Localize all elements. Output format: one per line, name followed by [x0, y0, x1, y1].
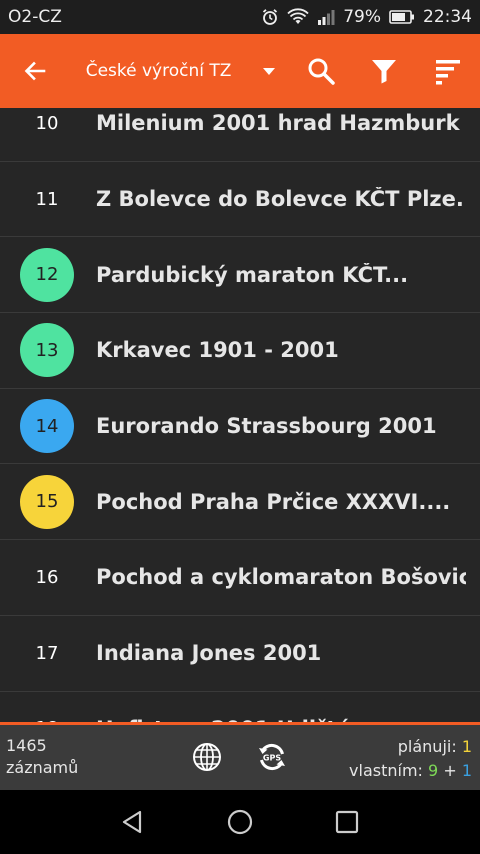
back-button[interactable]	[0, 34, 70, 108]
list-item-number: 17	[35, 642, 59, 664]
toolbar: České výroční TZ	[0, 34, 480, 108]
list-item-number-badge: 12	[20, 247, 74, 302]
list-item-title: Z Bolevce do Bolevce KČT Plze...	[96, 187, 466, 212]
bottom-bar: 1465 záznamů GPS plánuji: 1 vlastním: 9 …	[0, 725, 480, 790]
spinner-label: České výroční TZ	[85, 61, 232, 81]
owned-value: 9	[428, 761, 439, 780]
list-item-number-badge: 13	[20, 323, 74, 378]
list-item-number: 11	[35, 188, 59, 210]
list-item[interactable]: 11 Z Bolevce do Bolevce KČT Plze...	[0, 162, 480, 238]
gps-label: GPS	[263, 754, 281, 763]
list-item-title: Milenium 2001 hrad Hazmburk	[96, 111, 460, 136]
filter-button[interactable]	[353, 34, 417, 108]
list-item-number-wrap: 10	[0, 108, 96, 161]
back-arrow-icon	[24, 61, 46, 81]
list-item[interactable]: 17 Indiana Jones 2001	[0, 616, 480, 692]
sort-icon	[436, 60, 461, 85]
owned-plus: +	[443, 761, 457, 780]
list-item-number-wrap: 13	[0, 313, 96, 388]
list-item[interactable]: 15 Pochod Praha Prčice XXXVI....	[0, 464, 480, 541]
list-item-number-wrap: 16	[0, 540, 96, 615]
clock: 22:34	[423, 7, 472, 27]
list-item-title: Pochod a cyklomaraton Bošovic...	[96, 565, 466, 590]
list-item[interactable]: 13 Krkavec 1901 - 2001	[0, 313, 480, 389]
owned-label: vlastním:	[349, 761, 423, 780]
owned-stat: vlastním: 9 + 1	[349, 759, 472, 783]
record-count-value: 1465	[6, 736, 47, 755]
nav-recents-icon	[335, 810, 358, 834]
list-item-title: Indiana Jones 2001	[96, 641, 322, 666]
list-item[interactable]: 14 Eurorando Strassbourg 2001	[0, 389, 480, 465]
list-item-number: 18	[20, 702, 74, 722]
navigation-bar	[0, 790, 480, 854]
list-item-title: Pardubický maraton KČT...	[96, 262, 409, 287]
planned-stat: plánuji: 1	[349, 735, 472, 759]
map-button[interactable]	[191, 741, 223, 773]
carrier-name: O2-CZ	[8, 7, 62, 27]
list-item[interactable]: 18Hofirtour 2001 Udlřtá...	[0, 692, 480, 722]
sort-button[interactable]	[416, 34, 480, 108]
alarm-icon	[261, 8, 279, 26]
category-spinner[interactable]: České výroční TZ	[70, 34, 289, 108]
owned-extra-value: 1	[461, 761, 472, 780]
filter-icon	[372, 60, 397, 84]
list-item-title: Krkavec 1901 - 2001	[96, 338, 339, 363]
list-item-number-wrap: 17	[0, 616, 96, 691]
list-item-number: 10	[35, 112, 59, 134]
planned-label: plánuji:	[397, 737, 457, 756]
list-item-number: 16	[35, 566, 59, 588]
list-item-number-badge: 15	[20, 474, 74, 529]
nav-recents-button[interactable]	[327, 802, 367, 842]
gps-sync-button[interactable]: GPS	[256, 741, 288, 773]
record-count: 1465 záznamů	[6, 735, 78, 779]
battery-icon	[389, 9, 415, 25]
planned-value: 1	[461, 737, 472, 756]
globe-icon	[193, 743, 221, 771]
status-bar: O2-CZ 79% 22:34	[0, 0, 480, 34]
gps-sync-icon: GPS	[259, 743, 285, 771]
list-item-number-wrap: 15	[0, 464, 96, 539]
list-item-number-wrap: 18	[0, 692, 96, 722]
status-icons: 79% 22:34	[261, 7, 472, 27]
list-item-title: Eurorando Strassbourg 2001	[96, 414, 437, 439]
list-item-title: Pochod Praha Prčice XXXVI....	[96, 489, 451, 514]
nav-back-icon	[123, 810, 142, 834]
dropdown-caret-icon	[262, 67, 275, 75]
list-item[interactable]: 12 Pardubický maraton KČT...	[0, 237, 480, 314]
stats: plánuji: 1 vlastním: 9 + 1	[349, 735, 472, 783]
record-count-label: záznamů	[6, 758, 79, 777]
event-list[interactable]: 10 Milenium 2001 hrad Hazmburk 11 Z Bolevce…	[0, 108, 480, 722]
nav-back-button[interactable]	[113, 802, 153, 842]
signal-icon	[317, 8, 335, 26]
search-icon	[308, 58, 335, 85]
list-item-number-wrap: 12	[0, 237, 96, 312]
nav-home-icon	[227, 809, 253, 835]
battery-percent: 79%	[343, 7, 381, 27]
list-item-number-wrap: 11	[0, 162, 96, 237]
list-item-number-badge: 14	[20, 399, 74, 454]
list-item[interactable]: 16 Pochod a cyklomaraton Bošovic...	[0, 540, 480, 616]
event-list-inner: 10 Milenium 2001 hrad Hazmburk 11 Z Bolevce…	[0, 108, 480, 722]
search-button[interactable]	[289, 34, 353, 108]
nav-home-button[interactable]	[220, 802, 260, 842]
wifi-icon	[287, 8, 309, 26]
list-item[interactable]: 10 Milenium 2001 hrad Hazmburk	[0, 108, 480, 162]
list-item-number-wrap: 14	[0, 389, 96, 464]
